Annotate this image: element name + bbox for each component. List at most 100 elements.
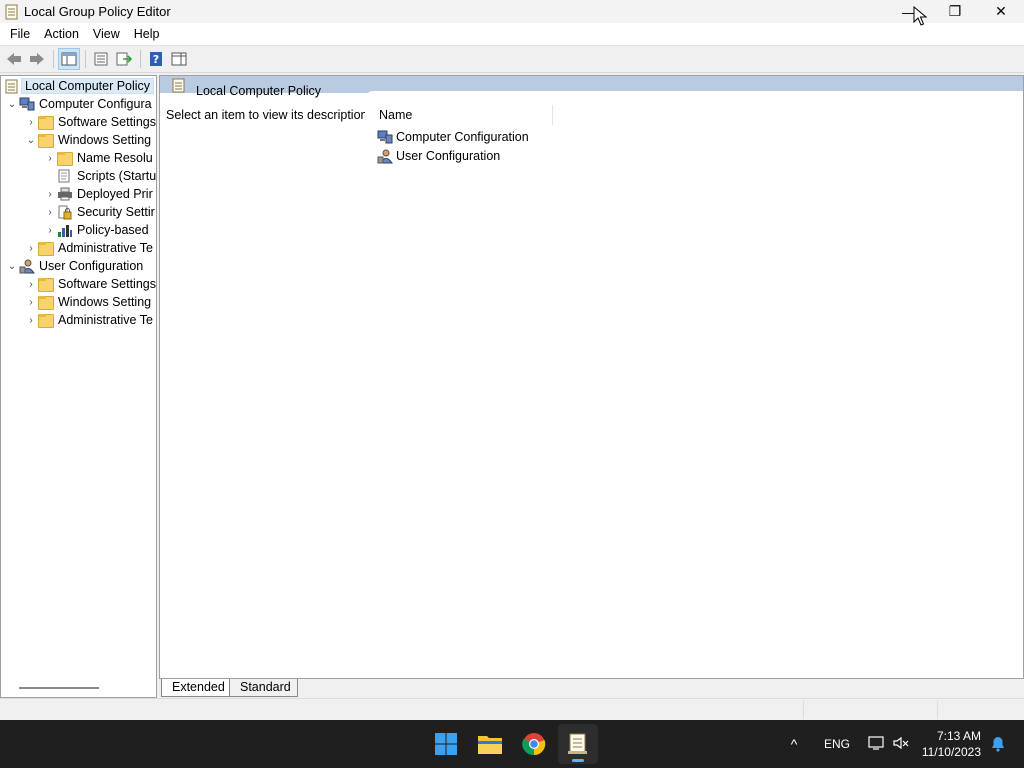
export-list-icon [116,52,132,66]
network-icon[interactable] [868,735,886,754]
qos-chart-icon [57,223,73,237]
tree-item-label: Name Resolu [77,151,153,165]
tree-item-security-settings[interactable]: › Security Settir [43,203,155,221]
tree-item-label: Scripts (Startu [77,169,157,183]
show-hidden-icons-chevron-icon[interactable]: ^ [786,736,802,752]
start-button[interactable] [426,724,466,764]
chevron-right-icon[interactable]: › [43,221,57,239]
language-indicator[interactable]: ENG [824,737,850,751]
chevron-right-icon[interactable]: › [24,275,38,293]
chevron-right-icon[interactable]: › [24,239,38,257]
menu-file[interactable]: File [3,23,37,45]
file-explorer-icon [478,736,502,754]
chevron-right-icon[interactable]: › [43,203,57,221]
printer-icon [57,187,73,201]
taskbar-file-explorer[interactable] [470,724,510,764]
list-item-computer-configuration[interactable]: Computer Configuration [377,128,529,146]
back-button[interactable] [3,48,25,70]
chevron-right-icon[interactable]: › [24,113,38,131]
window-title: Local Group Policy Editor [24,4,171,19]
show-hide-console-tree-button[interactable] [58,48,80,70]
tree-item-local-computer-policy[interactable]: Local Computer Policy [5,77,155,95]
column-header-name[interactable]: Name [365,105,553,125]
export-list-button[interactable] [113,48,135,70]
show-hide-action-pane-icon [171,52,187,66]
console-tree[interactable]: Local Computer Policy ⌄ Computer Configu… [0,75,157,698]
description-text: Select an item to view its description. [166,108,371,122]
system-tray: ^ ENG [786,720,910,768]
menu-view[interactable]: View [86,23,127,45]
security-icon [57,205,73,220]
chevron-right-icon[interactable]: › [24,293,38,311]
items-list[interactable]: Name Computer Configuration User Configu… [365,91,1023,678]
forward-button[interactable] [26,48,48,70]
computer-icon [19,97,35,111]
folder-icon [38,116,54,130]
tree-item-user-software-settings[interactable]: › Software Settings [24,275,156,293]
notification-bell-icon[interactable] [990,736,1006,755]
tab-extended[interactable]: Extended [161,679,232,697]
back-arrow-icon [7,53,21,65]
menu-help[interactable]: Help [127,23,167,45]
close-button[interactable]: ✕ [978,0,1024,23]
svg-text:?: ? [153,53,159,66]
forward-arrow-icon [30,53,44,65]
list-item-user-configuration[interactable]: User Configuration [377,147,500,165]
chrome-icon [522,733,546,756]
details-pane: Local Computer Policy Select an item to … [159,75,1024,679]
help-button[interactable]: ? [145,48,167,70]
chevron-down-icon[interactable]: ⌄ [5,95,19,113]
taskbar-group-policy-editor[interactable] [558,724,598,764]
status-bar-divider [803,701,804,719]
properties-button[interactable] [90,48,112,70]
clock-time: 7:13 AM [936,729,981,743]
tree-item-label: Policy-based [77,223,149,237]
toolbar: ? [0,45,1024,73]
mouse-cursor-icon [913,5,928,29]
tree-item-deployed-printers[interactable]: › Deployed Prir [43,185,153,203]
tree-item-policy-based-qos[interactable]: › Policy-based [43,221,149,239]
taskbar: ^ ENG 7:13 AM 11/10/2023 [0,720,1024,768]
tree-item-user-windows-settings[interactable]: › Windows Setting [24,293,151,311]
group-policy-app-icon [5,4,19,20]
tree-item-label: Local Computer Policy [20,78,155,94]
taskbar-chrome[interactable] [514,724,554,764]
tab-standard[interactable]: Standard [229,679,298,697]
chevron-right-icon[interactable]: › [43,185,57,203]
chevron-right-icon[interactable]: › [24,311,38,329]
properties-icon [94,52,108,66]
horizontal-scrollbar[interactable] [19,687,99,689]
volume-muted-icon[interactable] [892,735,910,754]
tree-item-name-resolution-policy[interactable]: › Name Resolu [43,149,153,167]
toolbar-separator [85,50,86,68]
restore-icon: ❐ [948,3,962,19]
menu-bar: File Action View Help [0,23,1024,45]
tree-item-label: Security Settir [77,205,155,219]
menu-action[interactable]: Action [37,23,86,45]
chevron-down-icon[interactable]: ⌄ [5,257,19,275]
active-app-indicator [572,759,584,762]
tree-item-scripts[interactable]: Scripts (Startu [43,167,156,185]
tree-item-label: Deployed Prir [77,187,153,201]
tree-item-computer-administrative-templates[interactable]: › Administrative Te [24,239,153,257]
tree-item-label: Windows Setting [58,133,152,147]
user-icon [377,149,393,164]
tree-item-label: Software Settings [58,115,156,129]
maximize-button[interactable]: ❐ [932,0,978,23]
folder-icon [57,152,73,166]
tree-item-computer-software-settings[interactable]: › Software Settings [24,113,156,131]
tree-item-label: Administrative Te [58,313,153,327]
list-item-label: User Configuration [396,149,501,163]
tree-item-computer-windows-settings[interactable]: ⌄ Windows Setting [24,131,151,149]
tree-item-label: Administrative Te [58,241,153,255]
tree-item-user-administrative-templates[interactable]: › Administrative Te [24,311,153,329]
chevron-right-icon[interactable]: › [43,149,57,167]
clock[interactable]: 7:13 AM 11/10/2023 [922,728,981,760]
tree-item-user-configuration[interactable]: ⌄ User Configuration [5,257,143,275]
show-hide-action-pane-button[interactable] [168,48,190,70]
group-policy-editor-icon [568,733,587,754]
chevron-down-icon[interactable]: ⌄ [24,131,38,149]
help-icon: ? [150,52,162,66]
tree-item-computer-configuration[interactable]: ⌄ Computer Configura [5,95,152,113]
policy-document-icon [172,78,186,92]
